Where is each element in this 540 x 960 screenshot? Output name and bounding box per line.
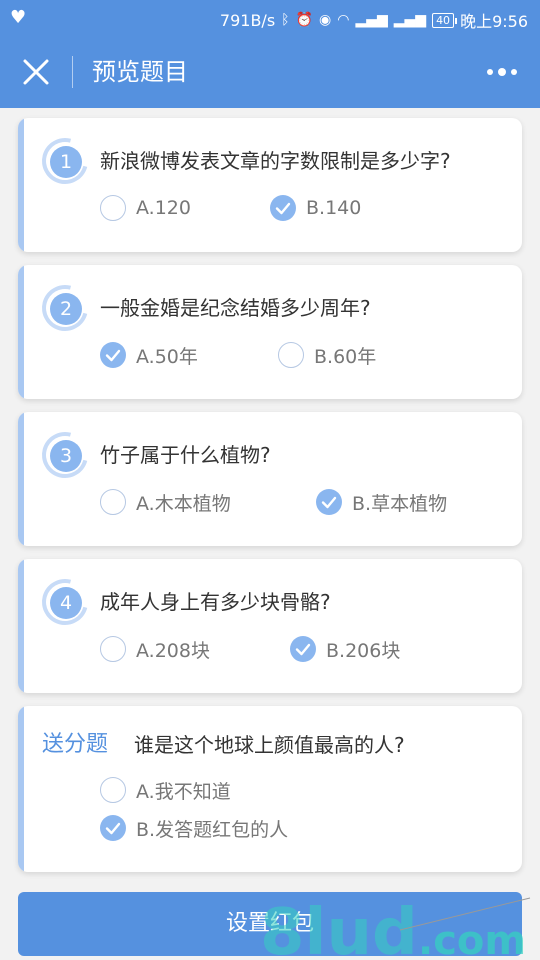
option-label: A.120 — [136, 197, 191, 219]
option-b[interactable]: B.发答题红包的人 — [100, 814, 288, 842]
option-label: A.我不知道 — [136, 780, 231, 803]
option-label: A.50年 — [136, 345, 198, 368]
question-number-badge: 2 — [33, 276, 97, 340]
radio-unchecked-icon — [278, 342, 304, 368]
question-text: 成年人身上有多少块骨骼? — [100, 590, 331, 614]
option-b[interactable]: B.60年 — [278, 341, 376, 369]
checked-icon — [100, 342, 126, 368]
checked-icon — [316, 489, 342, 515]
question-number-badge: 1 — [33, 129, 97, 193]
clock: 晚上9:56 — [460, 12, 528, 31]
status-bar: ♥ 791B/s ᛒ ⏰ ◉ ◠ ▂▄▆ ▂▄▆ 40 晚上9:56 — [0, 0, 540, 36]
eye-icon: ◉ — [319, 12, 332, 28]
question-number: 1 — [50, 146, 82, 178]
option-label: A.208块 — [136, 639, 210, 662]
option-b[interactable]: B.206块 — [290, 635, 400, 663]
question-number: 3 — [50, 440, 82, 472]
question-text: 新浪微博发表文章的字数限制是多少字? — [100, 149, 451, 173]
checked-icon — [270, 195, 296, 221]
option-a[interactable]: A.50年 — [100, 341, 198, 369]
wifi-icon: ◠ — [337, 12, 350, 28]
option-a[interactable]: A.我不知道 — [100, 776, 231, 804]
option-a[interactable]: A.120 — [100, 194, 191, 222]
network-speed: 791B/s — [219, 10, 276, 30]
checked-icon — [290, 636, 316, 662]
question-number-badge: 4 — [33, 570, 97, 634]
question-card: 2 一般金婚是纪念结婚多少周年? A.50年 B.60年 — [18, 265, 522, 399]
status-right: 791B/s ᛒ ⏰ ◉ ◠ ▂▄▆ ▂▄▆ 40 晚上9:56 — [220, 8, 528, 32]
nav-bar: 预览题目 — [0, 36, 540, 108]
radio-unchecked-icon — [100, 636, 126, 662]
more-icon[interactable] — [486, 66, 518, 78]
option-label: A.木本植物 — [136, 492, 231, 515]
set-red-packet-button[interactable]: 设置红包 — [18, 892, 522, 956]
option-b[interactable]: B.140 — [270, 194, 361, 222]
radio-unchecked-icon — [100, 489, 126, 515]
radio-unchecked-icon — [100, 777, 126, 803]
question-text: 一般金婚是纪念结婚多少周年? — [100, 296, 371, 320]
battery-icon: 40 — [432, 12, 458, 28]
signal-icon-2: ▂▄▆ — [393, 12, 427, 28]
option-label: B.发答题红包的人 — [136, 818, 289, 841]
option-label: B.140 — [306, 197, 362, 219]
signal-icon: ▂▄▆ — [355, 12, 388, 28]
option-label: B.草本植物 — [352, 492, 448, 515]
question-card: 1 新浪微博发表文章的字数限制是多少字? A.120 B.140 — [18, 118, 522, 252]
option-a[interactable]: A.208块 — [100, 635, 210, 663]
bonus-question-card: 送分题 谁是这个地球上颜值最高的人? A.我不知道 B.发答题红包的人 — [18, 706, 522, 872]
question-text: 谁是这个地球上颜值最高的人? — [134, 733, 405, 757]
question-number: 4 — [50, 587, 82, 619]
bonus-tag: 送分题 — [42, 732, 109, 757]
question-card: 4 成年人身上有多少块骨骼? A.208块 B.206块 — [18, 559, 522, 693]
question-card: 3 竹子属于什么植物? A.木本植物 B.草本植物 — [18, 412, 522, 546]
option-a[interactable]: A.木本植物 — [100, 488, 231, 516]
page-title: 预览题目 — [92, 58, 188, 86]
option-label: B.206块 — [326, 639, 401, 662]
question-number: 2 — [50, 293, 82, 325]
close-icon[interactable] — [22, 58, 50, 86]
heart-icon: ♥ — [10, 7, 27, 28]
alarm-icon: ⏰ — [295, 12, 313, 28]
bluetooth-icon: ᛒ — [281, 12, 290, 28]
question-text: 竹子属于什么植物? — [100, 443, 271, 467]
checked-icon — [100, 815, 126, 841]
radio-unchecked-icon — [100, 195, 126, 221]
question-number-badge: 3 — [33, 423, 97, 487]
option-label: B.60年 — [314, 345, 377, 368]
nav-divider — [72, 56, 73, 88]
option-b[interactable]: B.草本植物 — [316, 488, 447, 516]
